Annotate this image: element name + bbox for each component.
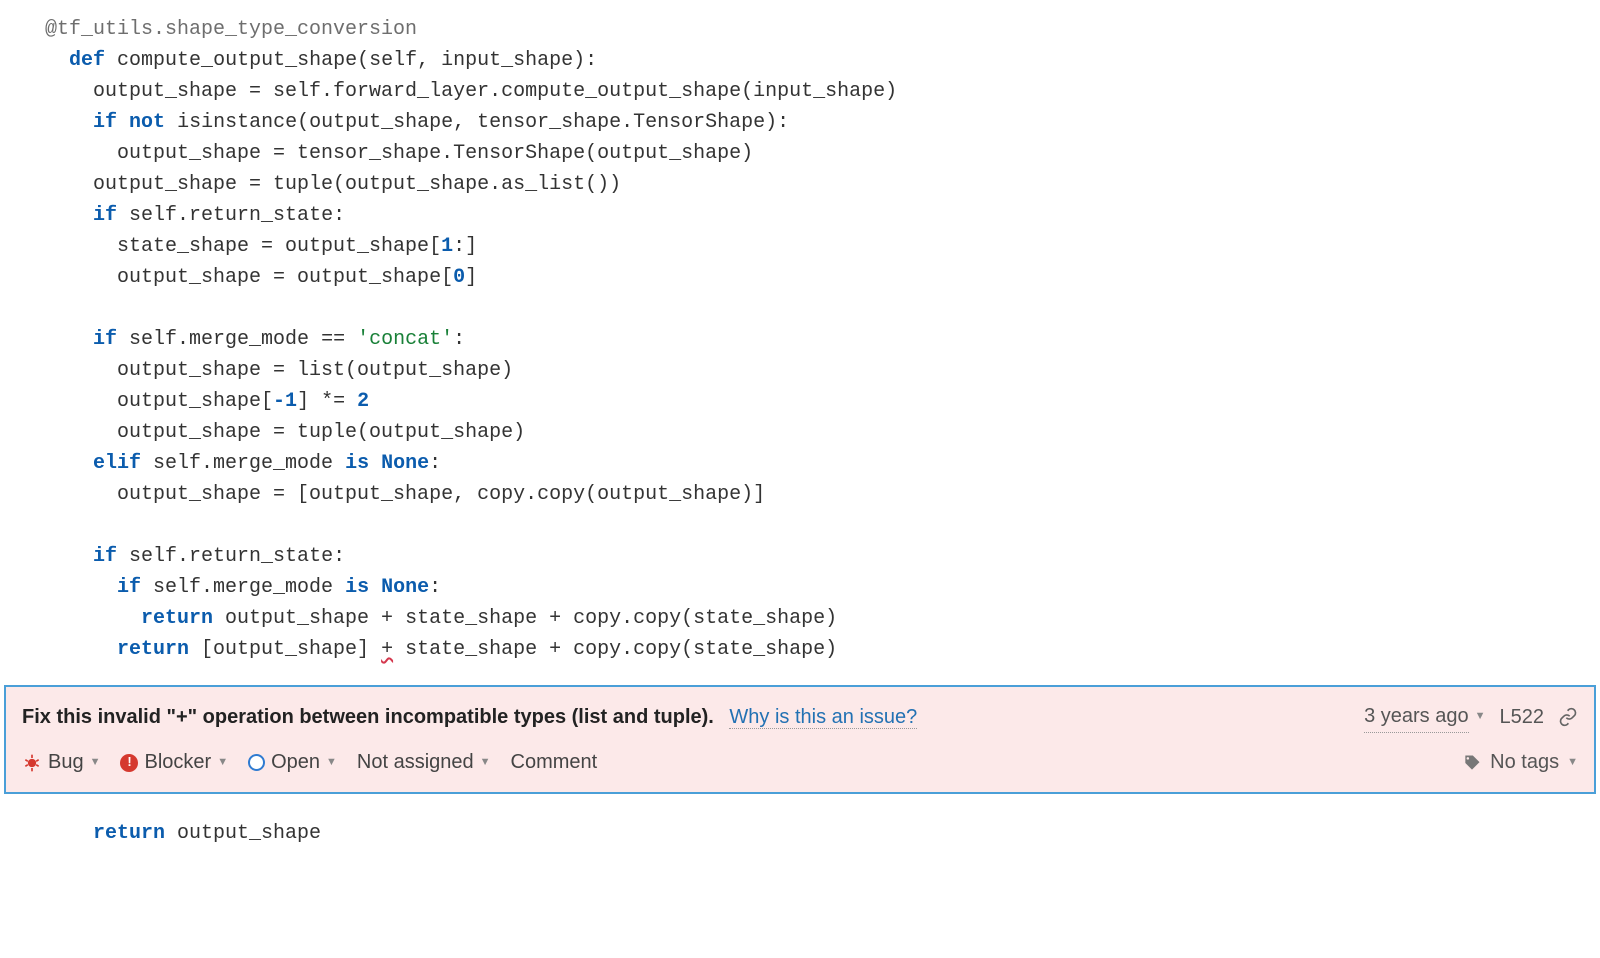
issue-status-label: Open — [271, 747, 320, 778]
code-block: @tf_utils.shape_type_conversion def comp… — [0, 14, 1600, 665]
issue-actions-row: Bug ▼ ! Blocker ▼ Open ▼ Not assigned ▼ … — [22, 747, 1578, 778]
issue-severity-dropdown[interactable]: ! Blocker ▼ — [120, 747, 228, 778]
chevron-down-icon: ▼ — [1567, 754, 1578, 771]
blocker-icon: ! — [120, 754, 138, 772]
error-underline: + — [381, 638, 393, 661]
tag-icon — [1462, 753, 1482, 773]
issue-type-label: Bug — [48, 747, 84, 778]
issue-message: Fix this invalid "+" operation between i… — [22, 706, 714, 728]
issue-severity-label: Blocker — [144, 747, 211, 778]
keyword-def: def — [69, 49, 105, 72]
line-number: L522 — [1500, 702, 1545, 733]
issue-message-wrap: Fix this invalid "+" operation between i… — [22, 702, 917, 733]
issue-tags-dropdown[interactable]: No tags ▼ — [1462, 747, 1578, 778]
issue-age: 3 years ago — [1364, 701, 1469, 733]
open-status-icon — [248, 754, 265, 771]
issue-panel: Fix this invalid "+" operation between i… — [4, 685, 1596, 794]
why-link[interactable]: Why is this an issue? — [729, 706, 917, 729]
issue-assignee-label: Not assigned — [357, 747, 474, 778]
chevron-down-icon: ▼ — [217, 754, 228, 771]
chevron-down-icon: ▼ — [90, 754, 101, 771]
issue-meta: 3 years ago ▼ L522 — [1364, 701, 1578, 733]
chevron-down-icon: ▼ — [326, 754, 337, 771]
issue-actions-left: Bug ▼ ! Blocker ▼ Open ▼ Not assigned ▼ … — [22, 747, 597, 778]
issue-header-row: Fix this invalid "+" operation between i… — [22, 701, 1578, 733]
code-block-after: return output_shape — [0, 818, 1600, 849]
bug-icon — [22, 753, 42, 773]
chevron-down-icon: ▼ — [480, 754, 491, 771]
issue-status-dropdown[interactable]: Open ▼ — [248, 747, 337, 778]
tags-label: No tags — [1490, 747, 1559, 778]
comment-label: Comment — [511, 747, 598, 778]
issue-assignee-dropdown[interactable]: Not assigned ▼ — [357, 747, 491, 778]
issue-age-dropdown[interactable]: 3 years ago ▼ — [1364, 701, 1485, 733]
chevron-down-icon: ▼ — [1475, 708, 1486, 725]
permalink-icon[interactable] — [1558, 707, 1578, 727]
function-name: compute_output_shape — [117, 49, 357, 72]
comment-button[interactable]: Comment — [511, 747, 598, 778]
issue-type-dropdown[interactable]: Bug ▼ — [22, 747, 100, 778]
decorator: @tf_utils.shape_type_conversion — [45, 18, 417, 41]
